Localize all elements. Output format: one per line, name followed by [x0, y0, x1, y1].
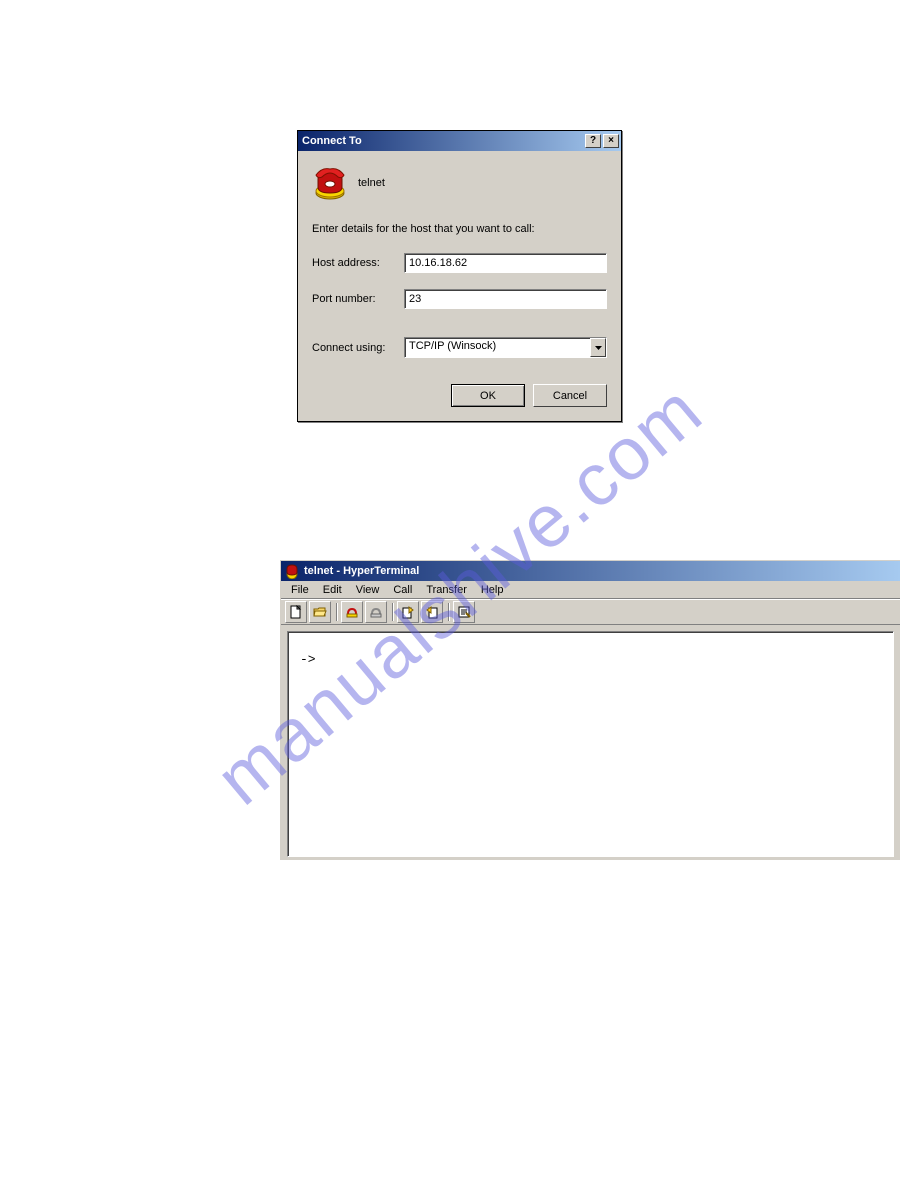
toolbar-open-icon[interactable] — [309, 601, 331, 623]
host-address-input[interactable] — [404, 253, 607, 273]
connection-name: telnet — [358, 177, 385, 189]
menu-edit[interactable]: Edit — [317, 583, 348, 597]
toolbar-properties-icon[interactable] — [453, 601, 475, 623]
dialog-title: Connect To — [302, 135, 583, 147]
connect-using-label: Connect using: — [312, 342, 404, 354]
connect-using-select[interactable]: TCP/IP (Winsock) — [404, 337, 607, 358]
toolbar-separator — [445, 601, 451, 623]
port-number-input[interactable] — [404, 289, 607, 309]
toolbar-separator — [389, 601, 395, 623]
window-title: telnet - HyperTerminal — [304, 565, 419, 577]
toolbar-receive-icon[interactable] — [421, 601, 443, 623]
toolbar-separator — [333, 601, 339, 623]
dialog-titlebar[interactable]: Connect To ? × — [298, 131, 621, 151]
toolbar-disconnect-icon[interactable] — [365, 601, 387, 623]
connect-to-dialog: Connect To ? × telnet Enter details for … — [297, 130, 622, 422]
toolbar-new-icon[interactable] — [285, 601, 307, 623]
host-address-label: Host address: — [312, 257, 404, 269]
toolbar-send-icon[interactable] — [397, 601, 419, 623]
dropdown-arrow-icon[interactable] — [590, 338, 606, 357]
menu-call[interactable]: Call — [387, 583, 418, 597]
hyperterminal-window: telnet - HyperTerminal File Edit View Ca… — [280, 560, 900, 860]
toolbar-connect-icon[interactable] — [341, 601, 363, 623]
ok-button[interactable]: OK — [451, 384, 525, 407]
phone-modem-icon — [312, 165, 348, 201]
dialog-prompt: Enter details for the host that you want… — [312, 223, 607, 235]
dialog-body: telnet Enter details for the host that y… — [298, 151, 621, 421]
menu-transfer[interactable]: Transfer — [420, 583, 473, 597]
menu-help[interactable]: Help — [475, 583, 510, 597]
menu-view[interactable]: View — [350, 583, 386, 597]
hyperterminal-icon — [284, 563, 300, 579]
menubar: File Edit View Call Transfer Help — [281, 581, 900, 599]
help-button[interactable]: ? — [585, 134, 601, 148]
terminal-prompt: -> — [300, 652, 316, 667]
port-number-label: Port number: — [312, 293, 404, 305]
connect-using-value: TCP/IP (Winsock) — [405, 338, 590, 357]
menu-file[interactable]: File — [285, 583, 315, 597]
close-button[interactable]: × — [603, 134, 619, 148]
cancel-button[interactable]: Cancel — [533, 384, 607, 407]
toolbar — [281, 599, 900, 625]
window-titlebar[interactable]: telnet - HyperTerminal — [281, 561, 900, 581]
terminal-area[interactable]: -> — [287, 631, 894, 857]
